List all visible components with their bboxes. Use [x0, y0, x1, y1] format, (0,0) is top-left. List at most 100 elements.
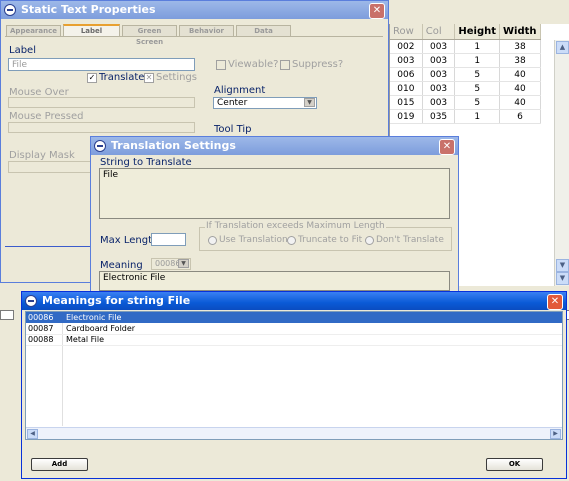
cell-col: 003: [422, 95, 456, 110]
use-translation-label: Use Translation: [219, 235, 288, 245]
settings-label: Settings: [156, 72, 198, 83]
tab-data[interactable]: Data: [236, 25, 291, 36]
close-icon[interactable]: ✕: [439, 139, 455, 155]
scroll-left-icon[interactable]: ◀: [27, 429, 38, 439]
cell-width: 40: [499, 67, 541, 82]
tab-label[interactable]: Label: [63, 24, 120, 36]
truncate-label: Truncate to Fit: [298, 235, 363, 245]
close-icon[interactable]: ✕: [369, 3, 385, 19]
translate-label: Translate?: [99, 72, 150, 83]
grid-table: Row Col Height Width 002 003 1 38 003 003 1 38…: [390, 24, 541, 124]
column-header-height[interactable]: Height: [454, 24, 500, 40]
meaning-text: Electronic File: [66, 313, 122, 322]
app-icon: [25, 295, 37, 307]
table-row[interactable]: 006 003 5 40: [390, 67, 541, 82]
translate-checkbox[interactable]: ✓: [87, 73, 97, 83]
cell-col: 003: [422, 39, 456, 54]
viewable-label: Viewable?: [228, 59, 279, 70]
max-length-input[interactable]: [151, 233, 186, 246]
label-input[interactable]: File: [8, 58, 195, 71]
alignment-select[interactable]: Center ▼: [213, 97, 317, 109]
window-title: Meanings for string File: [22, 292, 566, 310]
mouse-over-input[interactable]: [8, 97, 195, 108]
suppress-checkbox[interactable]: [280, 60, 290, 70]
table-row[interactable]: 019 035 1 6: [390, 109, 541, 124]
close-icon[interactable]: ✕: [547, 294, 563, 310]
divider-line: [5, 246, 95, 247]
cell-col: 035: [422, 109, 456, 124]
meaning-code-select[interactable]: 00086 ▼: [151, 258, 191, 270]
scroll-right-icon[interactable]: ▶: [550, 429, 561, 439]
exceeds-group-title: If Translation exceeds Maximum Length: [205, 221, 386, 231]
mouse-pressed-input[interactable]: [8, 122, 195, 133]
column-header-row[interactable]: Row: [390, 24, 423, 40]
meaning-text: Cardboard Folder: [66, 324, 136, 333]
mouse-pressed-label: Mouse Pressed: [9, 111, 84, 122]
table-row[interactable]: 015 003 5 40: [390, 95, 541, 110]
meaning-code: 00086: [155, 259, 181, 268]
cell-width: 38: [499, 53, 541, 68]
cell-width: 40: [499, 81, 541, 96]
table-row[interactable]: 002 003 1 38: [390, 39, 541, 54]
dont-translate-label: Don't Translate: [376, 235, 444, 245]
string-to-translate-label: String to Translate: [100, 157, 192, 168]
meaning-textarea[interactable]: Electronic File: [99, 271, 450, 291]
label-caption: Label: [9, 45, 36, 56]
cell-height: 1: [454, 109, 500, 124]
list-item[interactable]: 00086 Electronic File: [26, 312, 562, 323]
cell-width: 40: [499, 95, 541, 110]
tab-appearance[interactable]: Appearance: [6, 25, 61, 36]
list-item[interactable]: 00088 Metal File: [26, 334, 562, 346]
translation-settings-window: Translation Settings ✕ String to Transla…: [90, 136, 459, 292]
display-mask-input[interactable]: [8, 161, 98, 173]
window-title: Static Text Properties: [1, 1, 388, 19]
meaning-code: 00086: [28, 313, 54, 322]
cell-col: 003: [422, 53, 456, 68]
tab-behavior[interactable]: Behavior: [179, 25, 234, 36]
meaning-code: 00087: [28, 324, 54, 333]
meaning-text: Metal File: [66, 335, 105, 344]
window-title: Translation Settings: [91, 137, 458, 155]
table-row[interactable]: 003 003 1 38: [390, 53, 541, 68]
column-header-width[interactable]: Width: [499, 24, 541, 40]
scroll-down-icon[interactable]: ▼: [556, 259, 569, 272]
scroll-down-icon[interactable]: ▼: [556, 272, 569, 285]
chevron-down-icon[interactable]: ▼: [178, 259, 189, 268]
cell-col: 003: [422, 81, 456, 96]
alignment-label: Alignment: [214, 85, 266, 96]
scroll-up-icon[interactable]: ▲: [556, 41, 569, 54]
tab-green-screen[interactable]: Green Screen: [122, 25, 177, 46]
cell-row: 010: [390, 81, 423, 96]
cell-height: 5: [454, 67, 500, 82]
tooltip-label: Tool Tip: [214, 124, 252, 135]
use-translation-radio[interactable]: [208, 236, 217, 245]
cell-height: 1: [454, 53, 500, 68]
display-mask-label: Display Mask: [9, 150, 75, 161]
cell-width: 6: [499, 109, 541, 124]
meaning-code: 00088: [28, 335, 54, 344]
dont-translate-radio[interactable]: [365, 236, 374, 245]
cell-row: 003: [390, 53, 423, 68]
chevron-down-icon[interactable]: ▼: [304, 98, 315, 107]
grid-header-row: Row Col Height Width: [390, 24, 541, 40]
app-icon: [4, 4, 16, 16]
cell-height: 5: [454, 81, 500, 96]
viewable-checkbox[interactable]: [216, 60, 226, 70]
column-header-col[interactable]: Col: [422, 24, 456, 40]
add-button[interactable]: Add: [31, 458, 88, 471]
table-row[interactable]: 010 003 5 40: [390, 81, 541, 96]
cell-height: 5: [454, 95, 500, 110]
meaning-label: Meaning: [100, 260, 143, 271]
settings-checkbox[interactable]: ✕: [144, 73, 154, 83]
meanings-list[interactable]: 00086 Electronic File 00087 Cardboard Fo…: [25, 311, 563, 440]
truncate-radio[interactable]: [287, 236, 296, 245]
horizontal-scrollbar[interactable]: ◀ ▶: [26, 427, 562, 439]
string-to-translate-textarea[interactable]: File: [99, 168, 450, 219]
background-control-fragment: [0, 310, 14, 320]
grid-vertical-scrollbar[interactable]: ▲ ▼ ▼: [554, 40, 569, 286]
ok-button[interactable]: OK: [486, 458, 543, 471]
cell-row: 006: [390, 67, 423, 82]
max-length-label: Max Length: [100, 235, 159, 246]
cell-width: 38: [499, 39, 541, 54]
meanings-window: Meanings for string File ✕ 00086 Electro…: [21, 291, 567, 479]
